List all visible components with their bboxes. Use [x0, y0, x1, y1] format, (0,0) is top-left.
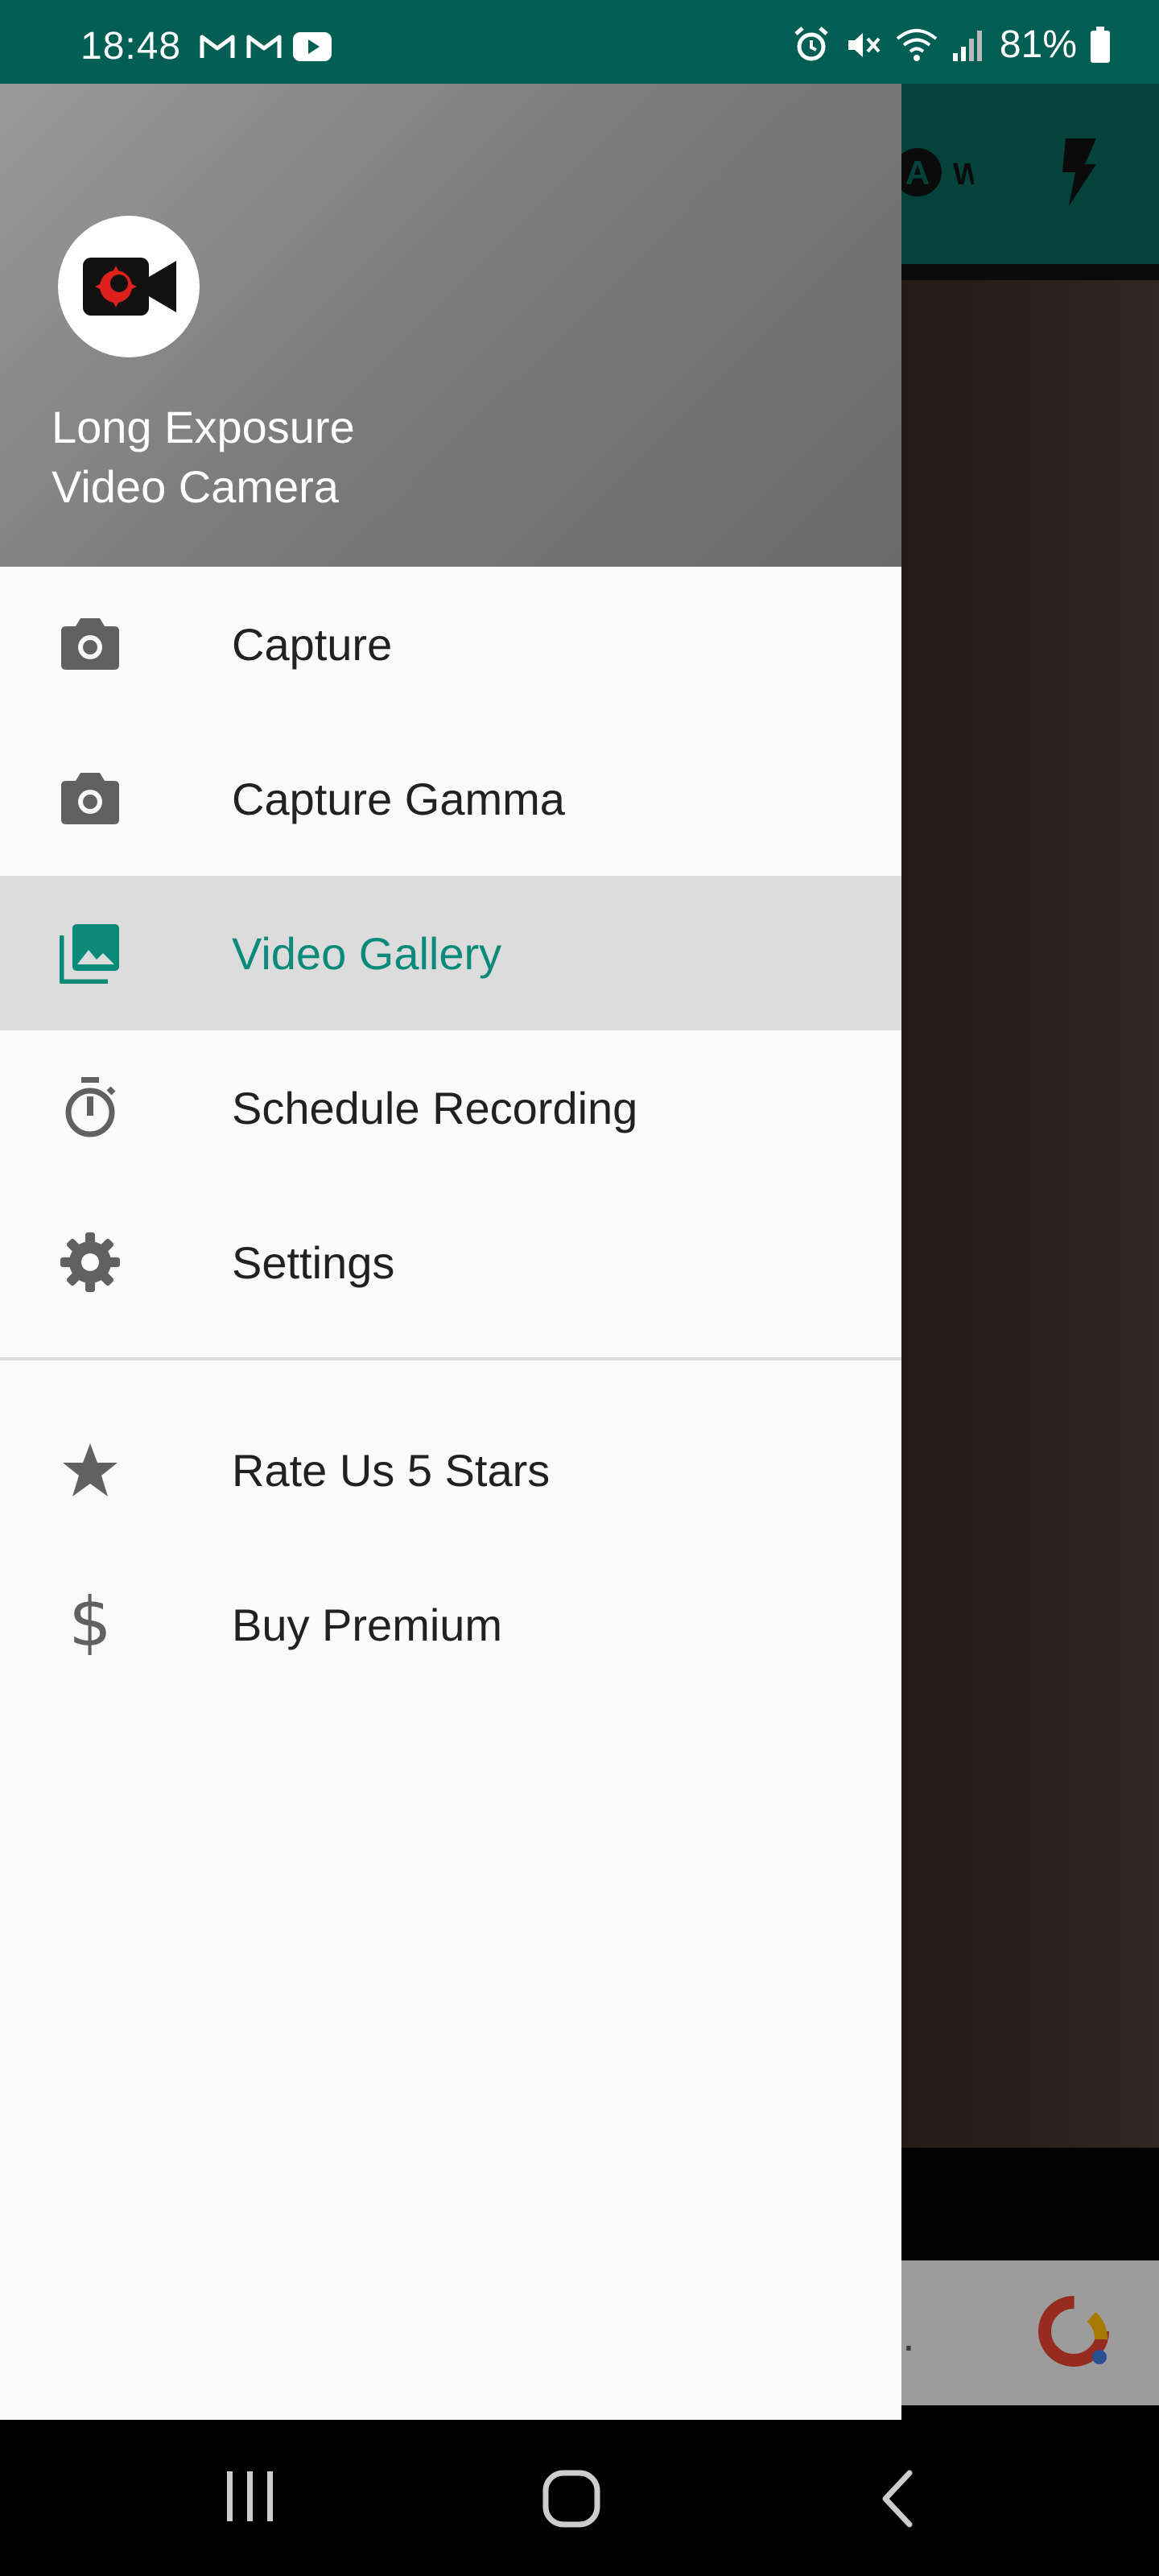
system-status-icons: 81%: [792, 23, 1111, 67]
menu-item-label: Capture Gamma: [232, 773, 565, 824]
camera-icon: [58, 612, 122, 676]
wifi-icon: [896, 28, 938, 61]
back-button[interactable]: [877, 2468, 918, 2533]
gear-icon: [58, 1230, 122, 1294]
camera-icon: [58, 766, 122, 831]
app-name: Long Exposure Video Camera: [52, 398, 355, 517]
menu-item-settings[interactable]: Settings: [0, 1185, 901, 1340]
drawer-menu: Capture Capture Gamma Video Gallery Sche…: [0, 567, 901, 1702]
svg-text:$: $: [70, 1592, 110, 1657]
menu-item-label: Rate Us 5 Stars: [232, 1444, 551, 1496]
gmail-icon: [200, 35, 235, 58]
menu-item-label: Capture: [232, 618, 393, 670]
youtube-icon: [293, 32, 332, 61]
alarm-icon: [794, 26, 828, 60]
menu-item-rate-us[interactable]: Rate Us 5 Stars: [0, 1393, 901, 1547]
timer-icon: [58, 1075, 122, 1140]
battery-percentage: 81%: [999, 23, 1077, 66]
menu-item-video-gallery[interactable]: Video Gallery: [0, 876, 901, 1030]
star-icon: [58, 1438, 122, 1502]
menu-item-label: Schedule Recording: [232, 1082, 638, 1133]
menu-item-schedule-recording[interactable]: Schedule Recording: [0, 1030, 901, 1185]
menu-item-capture[interactable]: Capture: [0, 567, 901, 721]
recent-apps-button[interactable]: [222, 2468, 278, 2524]
navigation-drawer: Long Exposure Video Camera Capture Captu…: [0, 84, 901, 2420]
menu-item-buy-premium[interactable]: $ Buy Premium: [0, 1547, 901, 1702]
menu-item-label: Video Gallery: [232, 927, 502, 979]
battery-icon: [1091, 26, 1110, 63]
gmail-icon: [246, 35, 282, 58]
drawer-header: Long Exposure Video Camera: [0, 84, 901, 567]
mute-icon: [848, 32, 881, 57]
notification-icons: [200, 32, 332, 61]
signal-icon: [952, 30, 982, 61]
menu-item-label: Settings: [232, 1236, 395, 1288]
status-bar: 18:48 81%: [0, 0, 1159, 84]
menu-divider: [0, 1357, 901, 1360]
app-name-line2: Video Camera: [52, 461, 339, 512]
home-button[interactable]: [541, 2468, 605, 2533]
app-name-line1: Long Exposure: [52, 402, 355, 452]
status-time: 18:48: [80, 25, 182, 68]
video-camera-icon: [83, 258, 176, 316]
system-navigation-bar: [0, 2420, 1159, 2576]
menu-item-capture-gamma[interactable]: Capture Gamma: [0, 721, 901, 876]
menu-item-label: Buy Premium: [232, 1599, 503, 1650]
dollar-icon: $: [58, 1592, 122, 1657]
photo-library-icon: [58, 921, 122, 985]
app-logo: [58, 216, 200, 357]
